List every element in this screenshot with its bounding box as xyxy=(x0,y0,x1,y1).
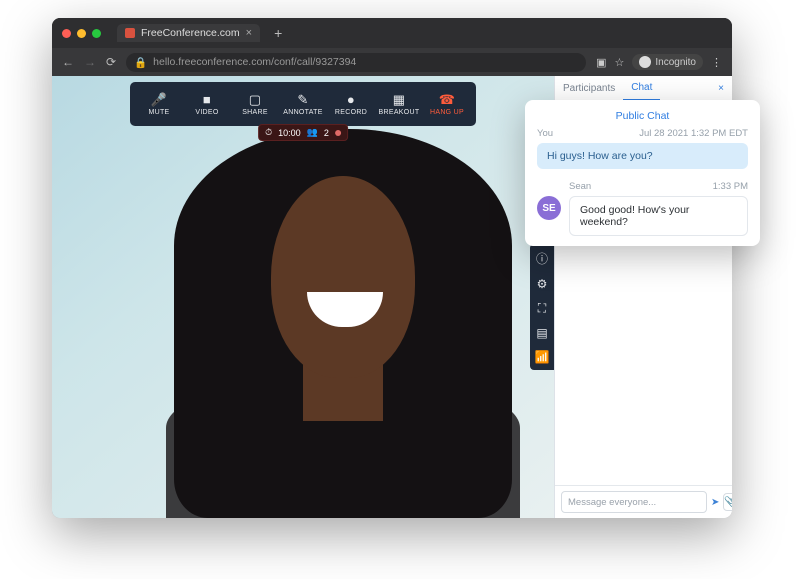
recording-indicator-icon xyxy=(335,130,341,136)
call-timer: 10:00 xyxy=(278,128,301,138)
tab-close-icon[interactable]: × xyxy=(246,27,252,39)
lock-icon: 🔒 xyxy=(134,56,147,69)
microphone-icon: 🎤 xyxy=(151,93,168,106)
window-titlebar: FreeConference.com × + xyxy=(52,18,732,48)
panel-close-icon[interactable]: × xyxy=(710,79,732,98)
fullscreen-icon[interactable]: ⛶ xyxy=(534,301,550,316)
url-field[interactable]: 🔒 hello.freeconference.com/conf/call/932… xyxy=(126,53,586,72)
tab-chat[interactable]: Chat xyxy=(623,76,660,101)
avatar: SE xyxy=(537,196,561,220)
share-button[interactable]: ▢SHARE xyxy=(232,86,278,122)
people-icon: 👥 xyxy=(307,127,318,138)
record-icon: ● xyxy=(347,93,355,106)
send-button[interactable]: ➤ xyxy=(711,493,719,511)
tab-favicon xyxy=(125,28,135,38)
url-text: hello.freeconference.com/conf/call/93273… xyxy=(153,56,356,68)
call-status-pill: ⏱ 10:00 👥 2 xyxy=(258,124,348,141)
browser-menu-icon[interactable]: ⋮ xyxy=(711,56,722,69)
address-bar: ← → ⟳ 🔒 hello.freeconference.com/conf/ca… xyxy=(52,48,732,76)
nav-forward-icon[interactable]: → xyxy=(84,55,96,69)
window-maximize-button[interactable] xyxy=(92,29,101,38)
window-minimize-button[interactable] xyxy=(77,29,86,38)
profile-label: Incognito xyxy=(655,57,696,68)
message-bubble-other: Good good! How's your weekend? xyxy=(569,196,748,236)
tab-participants[interactable]: Participants xyxy=(555,77,623,100)
chat-tabs: Participants Chat × xyxy=(555,76,732,102)
share-screen-icon: ▢ xyxy=(249,93,262,106)
incognito-avatar-icon xyxy=(639,56,651,68)
participant-count: 2 xyxy=(324,128,329,138)
participant-video xyxy=(142,129,544,518)
clock-icon: ⏱ xyxy=(265,127,272,138)
nav-back-icon[interactable]: ← xyxy=(62,55,74,69)
annotate-button[interactable]: ✎ANNOTATE xyxy=(280,86,326,122)
gear-icon[interactable]: ⚙ xyxy=(534,277,550,291)
chromecast-icon[interactable]: ▣ xyxy=(596,56,606,69)
message-time-you: Jul 28 2021 1:32 PM EDT xyxy=(639,128,748,139)
browser-window: FreeConference.com × + ← → ⟳ 🔒 hello.fre… xyxy=(52,18,732,518)
message-time-other: 1:33 PM xyxy=(713,181,748,192)
info-icon[interactable]: ⓘ xyxy=(534,250,550,267)
chat-popover: Public Chat You Jul 28 2021 1:32 PM EDT … xyxy=(525,100,760,246)
new-tab-button[interactable]: + xyxy=(274,25,282,41)
pencil-icon: ✎ xyxy=(297,93,308,106)
hangup-button[interactable]: ☎HANG UP xyxy=(424,86,470,122)
wifi-icon[interactable]: 📶 xyxy=(534,350,550,364)
phone-hangup-icon: ☎ xyxy=(439,93,456,106)
profile-incognito-badge[interactable]: Incognito xyxy=(632,54,703,70)
side-icon-rail: ⓘ ⚙ ⛶ ▤ 📶 xyxy=(530,244,554,370)
chat-section-title: Public Chat xyxy=(537,110,748,122)
message-bubble-you: Hi guys! How are you? xyxy=(537,143,748,169)
layout-icon[interactable]: ▤ xyxy=(534,326,550,340)
tab-title: FreeConference.com xyxy=(141,27,240,39)
sender-other-label: Sean xyxy=(569,181,591,192)
chat-compose: ➤ 📎 ⋯ xyxy=(555,485,732,518)
call-toolbar: 🎤MUTE ■VIDEO ▢SHARE ✎ANNOTATE ●RECORD ▦B… xyxy=(130,82,476,126)
chat-input[interactable] xyxy=(561,491,707,513)
grid-icon: ▦ xyxy=(393,93,406,106)
breakout-button[interactable]: ▦BREAKOUT xyxy=(376,86,422,122)
mute-button[interactable]: 🎤MUTE xyxy=(136,86,182,122)
browser-tab[interactable]: FreeConference.com × xyxy=(117,24,260,42)
video-stage: 🎤MUTE ■VIDEO ▢SHARE ✎ANNOTATE ●RECORD ▦B… xyxy=(52,76,554,518)
camera-icon: ■ xyxy=(203,93,211,106)
record-button[interactable]: ●RECORD xyxy=(328,86,374,122)
nav-reload-icon[interactable]: ⟳ xyxy=(106,55,116,69)
sender-you-label: You xyxy=(537,128,553,139)
attach-button[interactable]: 📎 xyxy=(723,493,732,511)
window-close-button[interactable] xyxy=(62,29,71,38)
bookmark-star-icon[interactable]: ☆ xyxy=(615,56,625,69)
video-button[interactable]: ■VIDEO xyxy=(184,86,230,122)
